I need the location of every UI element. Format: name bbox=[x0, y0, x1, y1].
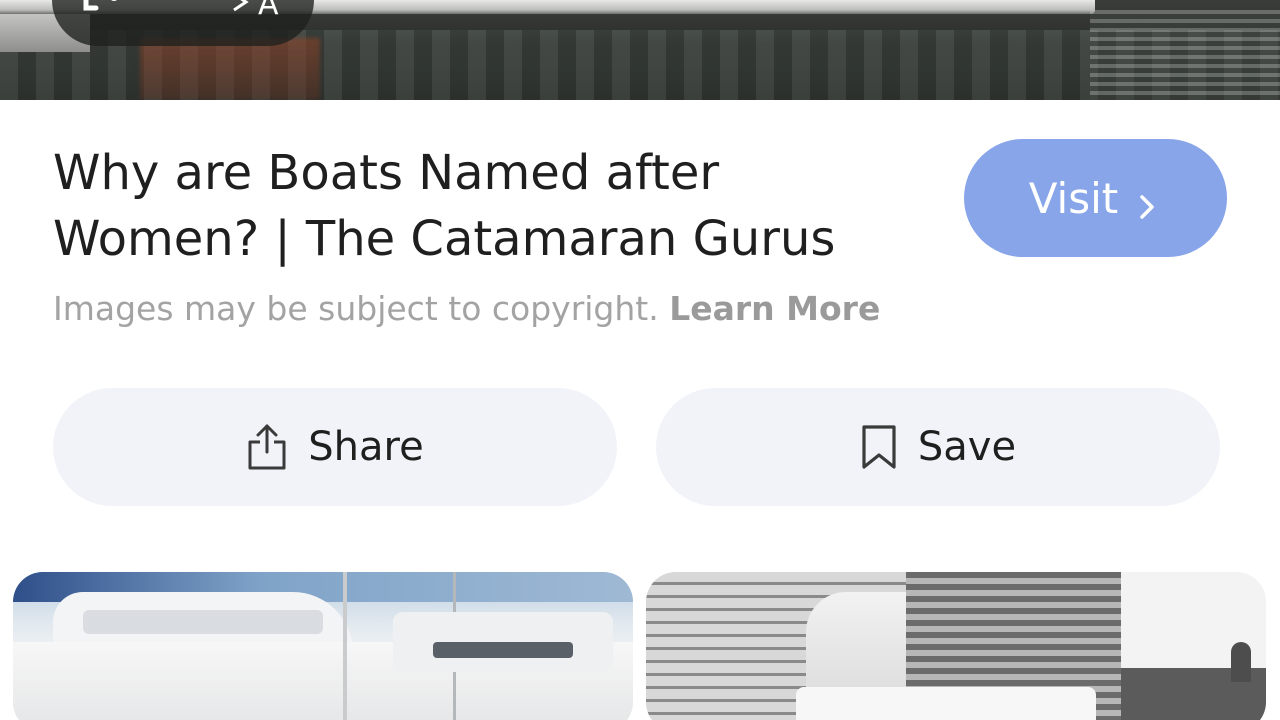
ship-bow bbox=[796, 687, 1096, 720]
red-reflection bbox=[140, 38, 320, 100]
copyright-notice: Images may be subject to copyright. Lear… bbox=[53, 286, 880, 332]
page-title[interactable]: Why are Boats Named after Women? | The C… bbox=[53, 140, 913, 272]
lens-icon[interactable] bbox=[82, 0, 128, 24]
bookmark-icon bbox=[860, 423, 898, 471]
share-label: Share bbox=[308, 424, 424, 470]
visit-button[interactable]: Visit bbox=[964, 139, 1227, 257]
related-image-catamaran[interactable] bbox=[13, 572, 633, 720]
copyright-text: Images may be subject to copyright. bbox=[53, 289, 659, 328]
chevron-right-icon bbox=[1132, 183, 1162, 219]
dome-tower bbox=[1231, 642, 1251, 682]
light-reflection bbox=[1090, 10, 1280, 100]
second-boat-window bbox=[433, 642, 573, 658]
share-button[interactable]: Share bbox=[53, 388, 617, 506]
translate-icon-letter: A bbox=[258, 0, 279, 22]
hero-image[interactable]: A bbox=[0, 0, 1280, 100]
visit-button-label: Visit bbox=[1028, 173, 1119, 223]
save-label: Save bbox=[917, 424, 1017, 470]
save-button[interactable]: Save bbox=[656, 388, 1220, 506]
translate-icon[interactable]: A bbox=[232, 0, 292, 26]
learn-more-link[interactable]: Learn More bbox=[669, 289, 880, 328]
share-icon bbox=[246, 422, 288, 472]
image-result-page: A Why are Boats Named after Women? | The… bbox=[0, 0, 1280, 720]
mast bbox=[343, 572, 347, 720]
boat-window bbox=[83, 610, 323, 634]
related-image-cruise-ship[interactable] bbox=[646, 572, 1266, 720]
